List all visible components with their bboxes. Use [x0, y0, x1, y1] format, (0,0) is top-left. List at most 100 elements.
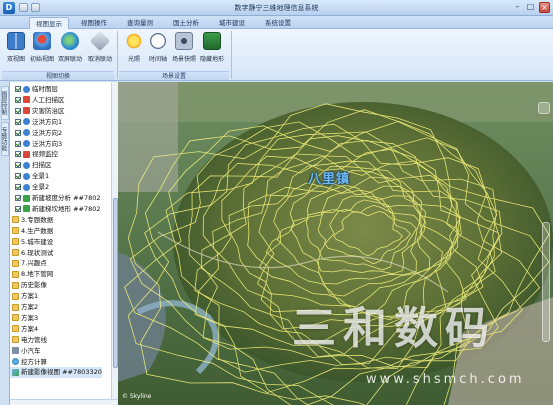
scene-snapshot-button[interactable]: 场景快照	[172, 32, 196, 68]
folder-icon	[12, 270, 19, 278]
folder-icon	[12, 216, 19, 224]
layer-tree-item[interactable]: 新建梯坎地形 ##7802	[10, 204, 101, 215]
layer-tree-item[interactable]: 泛洪方向3	[10, 139, 62, 150]
layer-checkbox[interactable]	[15, 96, 21, 103]
layer-tree-item[interactable]: 方案4	[10, 324, 38, 335]
layer-icon	[23, 161, 30, 169]
layer-tree: 临时图层 人工扫描区 灾害防治区泛洪方向1 泛洪方向2 泛洪方向3 视频监控 扫描区 全景1 全…	[10, 82, 118, 399]
map-3d-view[interactable]: 八里镇 © Skyline	[118, 82, 553, 405]
layer-tree-item[interactable]: 灾害防治区	[10, 106, 65, 117]
layer-tree-item[interactable]: 人工扫描区	[10, 95, 65, 106]
layer-tree-item-label: 4.生产数据	[21, 226, 54, 235]
layer-checkbox[interactable]	[15, 129, 21, 136]
layer-tree-item-label: 5.城市建设	[21, 237, 54, 246]
tab-urban-construction[interactable]: 城市建设	[212, 17, 252, 29]
view-switch-group-label: 视图切换	[2, 71, 114, 80]
maximize-icon[interactable]: □	[525, 2, 536, 13]
layer-tree-item-label: 方案3	[21, 313, 39, 322]
sun-icon	[125, 32, 143, 50]
layer-tree-item[interactable]: 泛洪方向1	[10, 117, 62, 128]
cancel-link-button[interactable]: 取消联动	[88, 30, 112, 68]
layer-tree-item[interactable]: 8.地下管网	[10, 269, 53, 280]
tree-horizontal-scrollbar[interactable]	[10, 399, 118, 405]
layer-checkbox[interactable]	[15, 162, 21, 169]
marker-layer-icon	[23, 150, 30, 158]
layer-tree-item[interactable]: 临时图层	[10, 84, 58, 95]
layer-tree-item[interactable]: 方案1	[10, 291, 38, 302]
layer-tree-item-label: 方案2	[21, 303, 39, 311]
folder-icon	[12, 336, 19, 344]
layer-tree-item-label: 泛洪方向2	[32, 128, 63, 137]
layer-tree-item[interactable]: 新建坡度分析 ##7802	[10, 193, 101, 204]
layer-tree-item-label: 全景1	[32, 172, 50, 181]
layer-tree-item[interactable]: 6.现状测试	[10, 248, 53, 259]
tab-system-settings[interactable]: 系统设置	[258, 17, 298, 29]
layer-tree-item-label: 灾害防治区	[32, 106, 65, 115]
layer-checkbox[interactable]	[15, 151, 21, 158]
layer-tree-item[interactable]: 3.专题数据	[10, 215, 53, 226]
layer-tree-item[interactable]: 方案3	[10, 313, 38, 324]
layer-tree-item[interactable]: 视频监控	[10, 149, 58, 160]
layer-tree-item[interactable]: 历史影像	[10, 280, 47, 291]
camera-icon	[175, 32, 193, 50]
layer-tree-item[interactable]: 全景2	[10, 182, 49, 193]
layer-tree-item-label: 7.兴趣点	[21, 259, 47, 268]
scene-settings-group-label: 场景设置	[119, 71, 229, 80]
map-zoom-slider[interactable]	[542, 222, 550, 342]
dual-screen-icon	[61, 32, 79, 50]
layer-checkbox[interactable]	[15, 107, 21, 114]
tab-thematic-functions[interactable]: 专题功能	[0, 122, 9, 156]
layer-tree-item[interactable]: 泛洪方向2	[10, 128, 62, 139]
layer-checkbox[interactable]	[15, 173, 21, 180]
layer-tree-item[interactable]: 扫描区	[10, 160, 52, 171]
layer-icon	[23, 172, 30, 180]
tab-view-display[interactable]: 视图显示	[29, 17, 69, 29]
tab-query-measure[interactable]: 查询量测	[120, 17, 160, 29]
dual-screen-link-button[interactable]: 双屏联动	[58, 32, 82, 68]
ribbon-panel: 双视图 初始视图 双屏联动 取消联动 视图切换 光照 时间轴 场景快照 隐藏地形…	[0, 29, 553, 81]
layer-checkbox[interactable]	[15, 195, 21, 201]
folder-icon	[12, 325, 19, 333]
clock-icon	[149, 32, 167, 50]
layer-tree-item-label: 泛洪方向3	[32, 139, 63, 148]
watermark-url: www.shsmch.com	[366, 372, 525, 387]
layer-tree-item-label: 挖方计算	[21, 357, 47, 366]
hide-terrain-button[interactable]: 隐藏地形	[200, 32, 224, 68]
terrain-icon	[203, 32, 221, 50]
layer-icon	[23, 140, 30, 147]
layer-checkbox[interactable]	[15, 205, 21, 212]
layer-tree-item-label: 新建梯坎地形 ##7802	[32, 204, 101, 213]
initial-view-button[interactable]: 初始视图	[30, 32, 54, 68]
marker-layer-icon	[23, 96, 30, 104]
layer-tree-item[interactable]: 5.城市建设	[10, 237, 53, 248]
layer-tree-item[interactable]: 4.生产数据	[10, 226, 53, 237]
map-compass-icon[interactable]	[538, 102, 550, 114]
layer-icon	[23, 118, 30, 126]
side-tab-strip: 图层控制 专题功能	[0, 82, 10, 405]
layer-checkbox[interactable]	[15, 118, 21, 125]
initial-view-icon	[33, 32, 51, 50]
tree-vertical-scrollbar[interactable]	[111, 82, 118, 399]
tab-layer-control[interactable]: 图层控制	[0, 86, 9, 120]
tab-land-analysis[interactable]: 国土分析	[166, 17, 206, 29]
layer-tree-item[interactable]: 新建影像视图 ##7803320	[10, 367, 102, 379]
layer-tree-item[interactable]: 挖方计算	[10, 357, 47, 368]
layer-tree-item[interactable]: 全景1	[10, 171, 49, 182]
minimize-icon[interactable]: –	[512, 2, 523, 13]
folder-icon	[12, 314, 19, 322]
dual-view-button[interactable]: 双视图	[4, 32, 28, 68]
layer-tree-item-label: 电力管线	[21, 335, 47, 344]
analysis-layer-icon	[23, 205, 30, 213]
map-attribution: © Skyline	[122, 393, 152, 400]
layer-tree-item[interactable]: 方案2	[10, 302, 38, 313]
layer-tree-item[interactable]: 小汽车	[10, 346, 41, 357]
layer-tree-item[interactable]: 电力管线	[10, 335, 47, 346]
timeline-button[interactable]: 时间轴	[146, 32, 170, 68]
dual-view-icon	[7, 32, 25, 50]
layer-tree-item[interactable]: 7.兴趣点	[10, 258, 47, 269]
layer-checkbox[interactable]	[15, 86, 21, 92]
layer-checkbox[interactable]	[15, 140, 21, 147]
tab-view-operation[interactable]: 视图操作	[74, 17, 114, 29]
layer-checkbox[interactable]	[15, 184, 21, 191]
close-icon[interactable]: ×	[539, 2, 550, 13]
